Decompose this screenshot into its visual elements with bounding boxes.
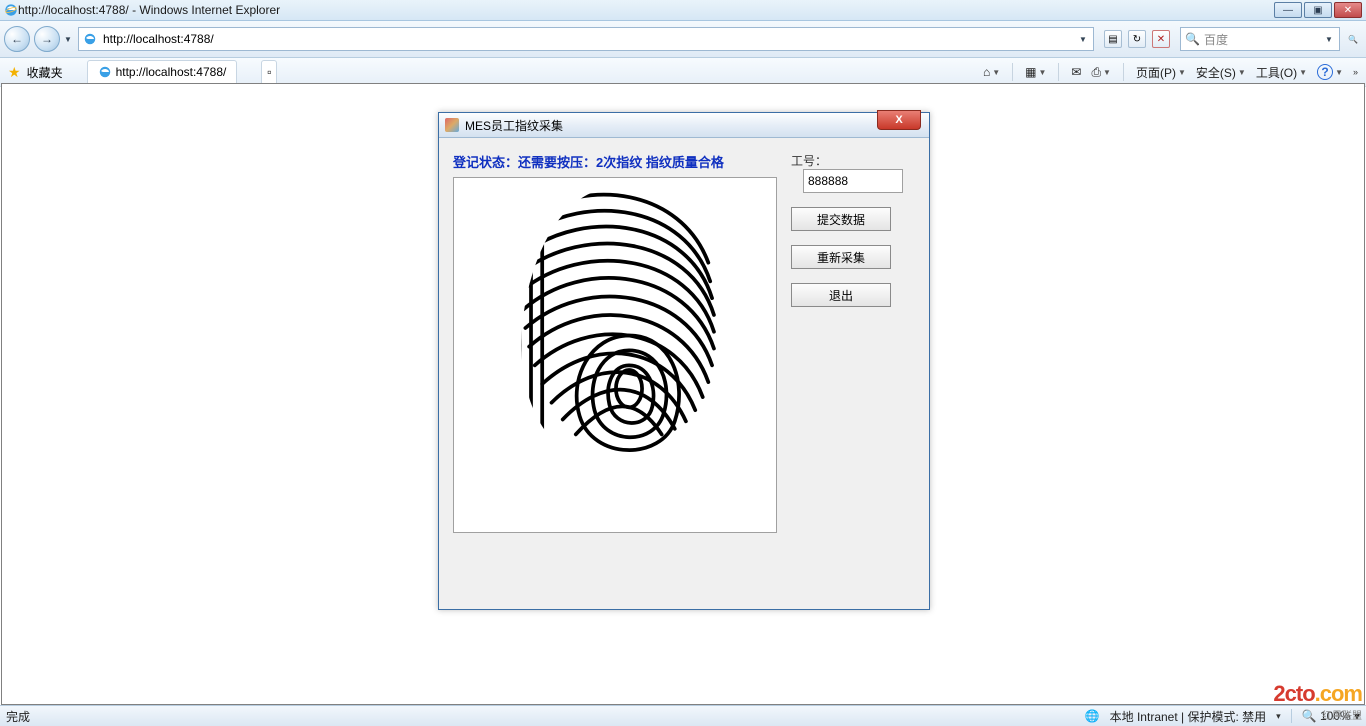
new-tab-button[interactable]: ▫	[261, 60, 277, 84]
compat-view-icon[interactable]: ▤	[1104, 30, 1122, 48]
help-icon: ?	[1317, 64, 1333, 80]
search-icon: 🔍	[1185, 32, 1200, 46]
stop-button[interactable]: ✕	[1152, 30, 1170, 48]
separator	[1123, 63, 1124, 81]
help-menu[interactable]: ?▼	[1317, 64, 1343, 80]
nav-toolbar: ← → ▼ ▼ ▤ ↻ ✕ 🔍 百度 ▼ 🔍	[0, 21, 1366, 58]
submit-button[interactable]: 提交数据	[791, 207, 891, 231]
employee-id-label: 工号：	[791, 154, 827, 168]
cmdbar-overflow-icon[interactable]: »	[1353, 67, 1358, 77]
favorites-label[interactable]: 收藏夹	[27, 64, 63, 81]
protected-mode-dropdown[interactable]: ▾	[1276, 711, 1281, 722]
dialog-titlebar[interactable]: MES员工指纹采集 X	[439, 113, 929, 138]
security-zone-icon: 🌐	[1085, 709, 1100, 723]
print-button[interactable]: ⎙▼	[1091, 65, 1111, 80]
page-menu-label: 页面(P)	[1136, 64, 1176, 81]
nav-history-dropdown[interactable]: ▼	[64, 35, 74, 44]
status-text: 完成	[6, 708, 30, 725]
window-minimize-button[interactable]: —	[1274, 2, 1302, 18]
url-dropdown-icon[interactable]: ▼	[1079, 35, 1089, 44]
feeds-button[interactable]: ▦▼	[1025, 65, 1046, 79]
window-title: http://localhost:4788/ - Windows Interne…	[18, 3, 1272, 17]
back-button[interactable]: ←	[4, 26, 30, 52]
security-zone-text: 本地 Intranet | 保护模式: 禁用	[1110, 708, 1266, 725]
favorites-star-icon[interactable]: ★	[8, 64, 21, 81]
recapture-button[interactable]: 重新采集	[791, 245, 891, 269]
dialog-app-icon	[445, 118, 459, 132]
employee-id-input[interactable]	[803, 169, 903, 193]
fingerprint-dialog: MES员工指纹采集 X 登记状态：还需要按压：2次指纹 指纹质量合格	[438, 112, 930, 610]
page-menu[interactable]: 页面(P) ▼	[1136, 64, 1186, 81]
read-mail-button[interactable]: ✉	[1071, 65, 1081, 79]
refresh-button[interactable]: ↻	[1128, 30, 1146, 48]
print-icon: ⎙	[1091, 65, 1101, 80]
dialog-close-button[interactable]: X	[877, 110, 921, 130]
exit-button[interactable]: 退出	[791, 283, 891, 307]
fingerprint-image	[475, 178, 755, 478]
browser-tab[interactable]: http://localhost:4788/	[87, 60, 238, 84]
tools-menu[interactable]: 工具(O) ▼	[1256, 64, 1307, 81]
window-titlebar: http://localhost:4788/ - Windows Interne…	[0, 0, 1366, 21]
search-go-icon[interactable]: 🔍	[1344, 35, 1362, 44]
fingerprint-preview	[453, 177, 777, 533]
rss-icon: ▦	[1025, 65, 1036, 79]
dialog-title: MES员工指纹采集	[465, 117, 563, 134]
search-placeholder: 百度	[1204, 31, 1228, 48]
tools-menu-label: 工具(O)	[1256, 64, 1297, 81]
safety-menu-label: 安全(S)	[1196, 64, 1236, 81]
separator	[1012, 63, 1013, 81]
search-provider-dropdown[interactable]: ▼	[1325, 35, 1335, 44]
home-button[interactable]: ⌂▼	[983, 65, 1000, 79]
tab-page-icon	[98, 65, 112, 79]
forward-button[interactable]: →	[34, 26, 60, 52]
zoom-dropdown[interactable]: 🔍 100% ▾	[1302, 709, 1360, 723]
tab-title: http://localhost:4788/	[116, 65, 227, 79]
zoom-level: 100%	[1320, 709, 1351, 723]
address-bar[interactable]: ▼	[78, 27, 1094, 51]
page-content: MES员工指纹采集 X 登记状态：还需要按压：2次指纹 指纹质量合格	[1, 83, 1365, 705]
window-close-button[interactable]: ✕	[1334, 2, 1362, 18]
safety-menu[interactable]: 安全(S) ▼	[1196, 64, 1246, 81]
separator	[1291, 709, 1292, 723]
enroll-status-text: 登记状态：还需要按压：2次指纹 指纹质量合格	[453, 152, 777, 171]
search-box[interactable]: 🔍 百度 ▼	[1180, 27, 1340, 51]
page-icon	[83, 32, 97, 46]
separator	[1058, 63, 1059, 81]
window-maximize-button[interactable]: ▣	[1304, 2, 1332, 18]
ie-icon	[4, 3, 18, 17]
url-input[interactable]	[101, 31, 1075, 47]
home-icon: ⌂	[983, 65, 990, 79]
mail-icon: ✉	[1071, 65, 1081, 79]
status-bar: 完成 🌐 本地 Intranet | 保护模式: 禁用 ▾ 🔍 100% ▾	[0, 705, 1366, 726]
